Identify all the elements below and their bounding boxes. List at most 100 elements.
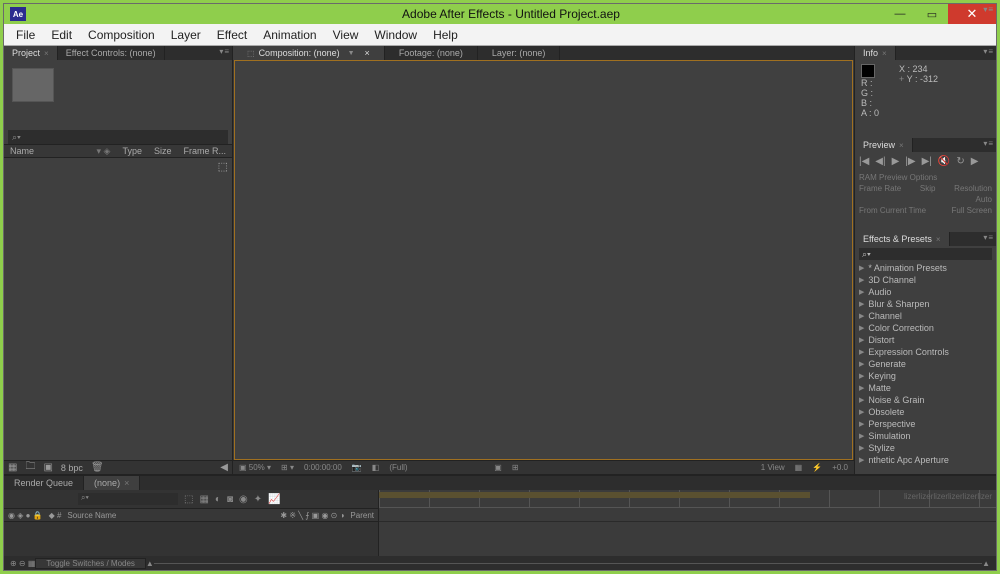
panel-menu-icon[interactable]: ▾≡ bbox=[983, 139, 994, 148]
timeline-layers-area[interactable] bbox=[4, 522, 378, 556]
zoom-out-icon[interactable]: ▲ bbox=[146, 559, 154, 568]
close-icon[interactable]: × bbox=[44, 49, 49, 58]
menu-help[interactable]: Help bbox=[425, 26, 466, 44]
work-area-bar[interactable] bbox=[379, 492, 810, 498]
tab-preview[interactable]: Preview× bbox=[855, 138, 913, 152]
graph-editor-icon[interactable]: 📈 bbox=[268, 494, 280, 505]
effects-category[interactable]: ▶Matte bbox=[855, 382, 996, 394]
menu-window[interactable]: Window bbox=[366, 26, 425, 44]
menu-effect[interactable]: Effect bbox=[209, 26, 255, 44]
effects-category[interactable]: ▶Generate bbox=[855, 358, 996, 370]
effects-category[interactable]: ▶3D Channel bbox=[855, 274, 996, 286]
next-frame-icon[interactable]: |▶ bbox=[905, 156, 915, 167]
tab-layer[interactable]: Layer: (none) bbox=[478, 46, 561, 60]
effects-category[interactable]: ▶Audio bbox=[855, 286, 996, 298]
toggle-switches-button[interactable]: Toggle Switches / Modes bbox=[35, 558, 146, 569]
effects-category[interactable]: ▶Color Correction bbox=[855, 322, 996, 334]
col-size[interactable]: Size bbox=[148, 146, 178, 156]
prev-frame-icon[interactable]: ◀| bbox=[875, 156, 885, 167]
effects-category[interactable]: ▶Obsolete bbox=[855, 406, 996, 418]
tab-info[interactable]: Info× bbox=[855, 46, 896, 60]
tab-effect-controls[interactable]: Effect Controls: (none) bbox=[58, 46, 165, 60]
channel-icon[interactable]: ◧ bbox=[372, 463, 380, 472]
grid-icon[interactable]: ⊞ bbox=[512, 463, 519, 472]
timeline-search[interactable]: ⌕▾ bbox=[78, 493, 178, 505]
zoom-in-icon[interactable]: ▲ bbox=[982, 559, 990, 568]
ram-options-dropdown[interactable]: RAM Preview Options bbox=[859, 173, 992, 182]
col-name[interactable]: Name bbox=[4, 146, 91, 156]
maximize-button[interactable]: ▭ bbox=[916, 4, 948, 24]
ram-preview-icon[interactable]: ▶ bbox=[971, 156, 979, 167]
lock-icon[interactable]: ⬚ bbox=[247, 49, 255, 58]
new-folder-icon[interactable]: 🗀 bbox=[25, 459, 35, 474]
effects-category[interactable]: ▶Stylize bbox=[855, 442, 996, 454]
effects-category[interactable]: ▶Distort bbox=[855, 334, 996, 346]
first-frame-icon[interactable]: |◀ bbox=[859, 156, 869, 167]
panel-menu-icon[interactable]: ▾≡ bbox=[983, 233, 994, 242]
frame-blend-icon[interactable]: ◙ bbox=[227, 494, 233, 505]
menu-edit[interactable]: Edit bbox=[43, 26, 80, 44]
interpret-icon[interactable]: ▦ bbox=[8, 462, 17, 473]
new-comp-icon[interactable]: ▣ bbox=[43, 462, 52, 473]
draft3d-icon[interactable]: ▦ bbox=[199, 494, 208, 505]
av-features-icon[interactable]: ◉ ◈ ● 🔒 bbox=[8, 511, 43, 520]
effects-category[interactable]: ▶Channel bbox=[855, 310, 996, 322]
effects-category[interactable]: ▶Blur & Sharpen bbox=[855, 298, 996, 310]
flowchart-icon[interactable]: ⬚ bbox=[218, 160, 228, 173]
hide-shy-icon[interactable]: ◐ bbox=[215, 494, 221, 505]
zoom-dropdown[interactable]: ▣ 50% ▾ bbox=[239, 463, 271, 472]
close-icon[interactable]: × bbox=[365, 48, 370, 58]
switches-cols[interactable]: ✱ ※ ╲ ⨍ ▣ ◉ ⊙ ◑ bbox=[280, 511, 344, 520]
motion-blur-icon[interactable]: ◉ bbox=[239, 494, 248, 505]
effects-search[interactable]: ⌕▾ bbox=[859, 248, 992, 260]
effects-category[interactable]: ▶Noise & Grain bbox=[855, 394, 996, 406]
source-name-col[interactable]: Source Name bbox=[67, 511, 116, 520]
trash-icon[interactable]: 🗑 bbox=[91, 462, 104, 473]
menu-file[interactable]: File bbox=[8, 26, 43, 44]
composition-viewer[interactable] bbox=[234, 60, 853, 460]
fast-preview-icon[interactable]: ⚡ bbox=[812, 463, 822, 472]
from-current-checkbox[interactable]: From Current Time bbox=[859, 206, 926, 215]
menu-animation[interactable]: Animation bbox=[255, 26, 324, 44]
comp-mini-flowchart-icon[interactable]: ⬚ bbox=[184, 494, 193, 505]
res-dropdown[interactable]: (Full) bbox=[389, 463, 407, 472]
menu-view[interactable]: View bbox=[325, 26, 367, 44]
minimize-button[interactable]: — bbox=[884, 4, 916, 24]
mute-icon[interactable]: 🔇 bbox=[938, 156, 950, 167]
timeline-track-area[interactable]: lizerlizerlizerlizerlizerlizer bbox=[379, 490, 996, 556]
menu-composition[interactable]: Composition bbox=[80, 26, 163, 44]
effects-category[interactable]: ▶Perspective bbox=[855, 418, 996, 430]
bpc-toggle[interactable]: 8 bpc bbox=[61, 463, 83, 473]
panel-menu-icon[interactable]: ▾≡ bbox=[983, 47, 994, 56]
tab-project[interactable]: Project× bbox=[4, 46, 58, 60]
effects-category[interactable]: ▶* Animation Presets bbox=[855, 262, 996, 274]
effects-category[interactable]: ▶Expression Controls bbox=[855, 346, 996, 358]
scroll-left-icon[interactable]: ◀ bbox=[220, 462, 228, 473]
panel-menu-icon[interactable]: ▾≡ bbox=[219, 47, 230, 56]
brainstorm-icon[interactable]: ✦ bbox=[254, 494, 262, 505]
col-framerate[interactable]: Frame R... bbox=[177, 146, 232, 156]
panel-menu-icon[interactable]: ▾≡ bbox=[983, 5, 994, 14]
tab-footage[interactable]: Footage: (none) bbox=[385, 46, 478, 60]
tab-effects-presets[interactable]: Effects & Presets× bbox=[855, 232, 950, 246]
timecode[interactable]: 0:00:00:00 bbox=[304, 463, 342, 472]
effects-category[interactable]: ▶nthetic Apc Aperture bbox=[855, 454, 996, 466]
expand-icon[interactable]: ⊕ ⊖ ▦ bbox=[10, 559, 35, 568]
project-search[interactable]: ⌕▾ bbox=[8, 130, 228, 144]
col-type[interactable]: Type bbox=[116, 146, 148, 156]
tab-render-queue[interactable]: Render Queue bbox=[4, 476, 84, 490]
fullscreen-checkbox[interactable]: Full Screen bbox=[952, 206, 992, 215]
resolution-icon[interactable]: ⊞ ▾ bbox=[281, 463, 294, 472]
roi-icon[interactable]: ▣ bbox=[494, 463, 502, 472]
tab-comp-none[interactable]: (none)× bbox=[84, 476, 140, 490]
loop-icon[interactable]: ↻ bbox=[956, 156, 964, 167]
pixel-aspect-icon[interactable]: ▦ bbox=[795, 463, 803, 472]
menu-layer[interactable]: Layer bbox=[163, 26, 209, 44]
effects-category[interactable]: ▶Simulation bbox=[855, 430, 996, 442]
last-frame-icon[interactable]: ▶| bbox=[922, 156, 932, 167]
effects-category[interactable]: ▶Keying bbox=[855, 370, 996, 382]
tab-composition[interactable]: ⬚Composition: (none)▼× bbox=[233, 46, 385, 60]
project-items-area[interactable]: ⬚ bbox=[4, 158, 232, 460]
snapshot-icon[interactable]: 📷 bbox=[352, 463, 362, 472]
play-icon[interactable]: ▶ bbox=[892, 156, 900, 167]
